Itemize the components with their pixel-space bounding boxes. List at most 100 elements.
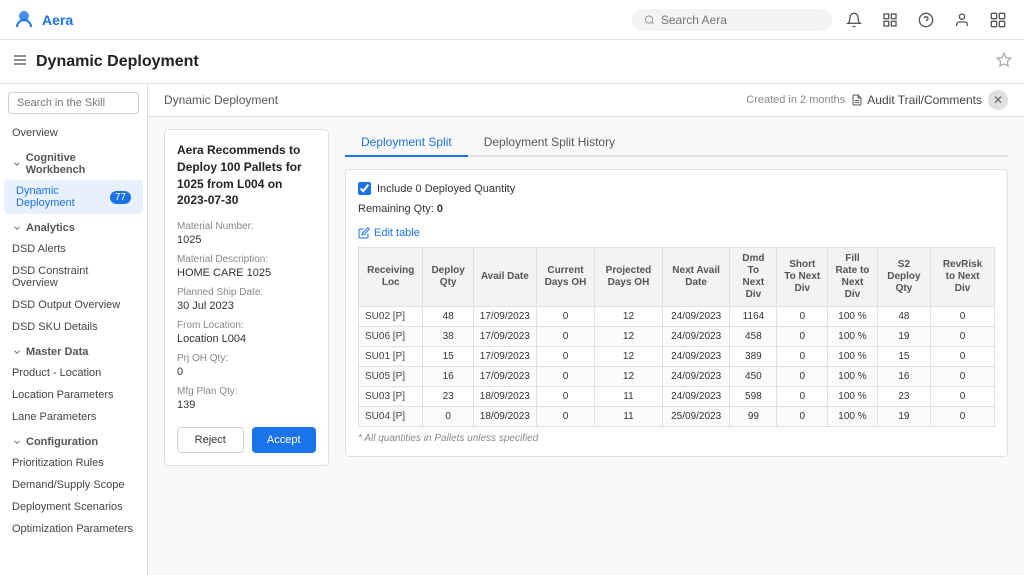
sidebar-item-dynamic-deployment-label: Dynamic Deployment	[16, 185, 106, 209]
cell-revrisk: 0	[931, 327, 995, 347]
sidebar-item-optimization[interactable]: Optimization Parameters	[0, 518, 147, 540]
sidebar-badge-77: 77	[110, 191, 131, 204]
main-content: Dynamic Deployment Created in 2 months A…	[148, 84, 1024, 575]
top-nav: Aera	[0, 0, 1024, 40]
accept-button[interactable]: Accept	[252, 427, 317, 453]
sidebar-section-cognitive-label: Cognitive Workbench	[26, 152, 135, 176]
include-checkbox-row: Include 0 Deployed Quantity	[358, 182, 995, 195]
search-icon	[644, 14, 655, 26]
cell-s2-deploy: 19	[877, 327, 930, 347]
info-value-prj-oh: 0	[177, 366, 316, 378]
logo-icon	[12, 8, 36, 32]
cell-s2-deploy: 15	[877, 347, 930, 367]
table-note: * All quantities in Pallets unless speci…	[358, 433, 995, 444]
sidebar-item-dsd-constraint[interactable]: DSD Constraint Overview	[0, 260, 147, 294]
col-fill-rate: Fill Rate to Next Div	[828, 248, 878, 307]
cell-s2-deploy: 23	[877, 387, 930, 407]
cell-projected-days: 12	[595, 327, 663, 347]
hamburger-icon[interactable]	[12, 52, 28, 71]
info-row-from-location: From Location: Location L004	[177, 320, 316, 345]
col-current-days: Current Days OH	[536, 248, 594, 307]
cell-dmd-next: 389	[730, 347, 777, 367]
tab-deployment-split-history[interactable]: Deployment Split History	[468, 129, 631, 157]
col-short-next: Short To Next Div	[777, 248, 828, 307]
page-header: Dynamic Deployment	[0, 40, 1024, 84]
cell-deploy-qty: 16	[423, 367, 473, 387]
table-row: SU04 [P] 0 18/09/2023 0 11 25/09/2023 99…	[359, 407, 995, 427]
reject-button[interactable]: Reject	[177, 427, 244, 453]
cell-deploy-qty: 23	[423, 387, 473, 407]
cell-revrisk: 0	[931, 347, 995, 367]
sidebar-section-analytics: Analytics	[0, 214, 147, 238]
cell-dmd-next: 450	[730, 367, 777, 387]
cell-projected-days: 11	[595, 387, 663, 407]
sidebar-item-location-params[interactable]: Location Parameters	[0, 384, 147, 406]
sidebar-search-input[interactable]	[8, 92, 139, 114]
global-search[interactable]	[632, 9, 832, 31]
sidebar: Overview Cognitive Workbench Dynamic Dep…	[0, 84, 148, 575]
cell-next-avail: 25/09/2023	[662, 407, 730, 427]
sidebar-item-deployment-scenarios[interactable]: Deployment Scenarios	[0, 496, 147, 518]
favorite-icon[interactable]	[996, 52, 1012, 71]
sidebar-item-dsd-sku[interactable]: DSD SKU Details	[0, 316, 147, 338]
cell-loc: SU01 [P]	[359, 347, 423, 367]
edit-table-button[interactable]: Edit table	[358, 227, 420, 239]
cell-loc: SU06 [P]	[359, 327, 423, 347]
remaining-value: 0	[437, 203, 443, 215]
chevron-down-icon-analytics	[12, 223, 22, 233]
sidebar-section-cognitive: Cognitive Workbench	[0, 144, 147, 180]
info-value-material-desc: HOME CARE 1025	[177, 267, 316, 279]
col-dmd-next: Dmd To Next Div	[730, 248, 777, 307]
cell-next-avail: 24/09/2023	[662, 367, 730, 387]
sidebar-item-dsd-alerts[interactable]: DSD Alerts	[0, 238, 147, 260]
sidebar-item-prioritization[interactable]: Prioritization Rules	[0, 452, 147, 474]
sidebar-item-overview-label: Overview	[12, 127, 58, 139]
audit-icon	[851, 94, 863, 106]
info-panel: Aera Recommends to Deploy 100 Pallets fo…	[164, 129, 329, 466]
apps-icon[interactable]	[984, 6, 1012, 34]
app-logo: Aera	[12, 8, 73, 32]
remaining-label: Remaining Qty:	[358, 203, 434, 215]
sidebar-item-dynamic-deployment[interactable]: Dynamic Deployment 77	[4, 180, 143, 214]
close-button[interactable]: ✕	[988, 90, 1008, 110]
deployment-section: Include 0 Deployed Quantity Remaining Qt…	[345, 169, 1008, 457]
include-checkbox[interactable]	[358, 182, 371, 195]
bell-icon[interactable]	[840, 6, 868, 34]
cell-dmd-next: 99	[730, 407, 777, 427]
cell-avail-date: 18/09/2023	[473, 387, 536, 407]
audit-bar: Created in 2 months Audit Trail/Comments…	[746, 90, 1008, 110]
table-row: SU01 [P] 15 17/09/2023 0 12 24/09/2023 3…	[359, 347, 995, 367]
cell-short-next: 0	[777, 307, 828, 327]
cell-fill-rate: 100 %	[828, 327, 878, 347]
main-layout: Overview Cognitive Workbench Dynamic Dep…	[0, 84, 1024, 575]
sidebar-item-dsd-output[interactable]: DSD Output Overview	[0, 294, 147, 316]
user-icon[interactable]	[948, 6, 976, 34]
cell-deploy-qty: 38	[423, 327, 473, 347]
sidebar-item-overview[interactable]: Overview	[0, 122, 147, 144]
sidebar-section-configuration: Configuration	[0, 428, 147, 452]
audit-trail-button[interactable]: Audit Trail/Comments	[851, 93, 982, 107]
cell-short-next: 0	[777, 347, 828, 367]
cell-current-days: 0	[536, 367, 594, 387]
cell-next-avail: 24/09/2023	[662, 387, 730, 407]
info-label-from-location: From Location:	[177, 320, 316, 331]
tab-deployment-split[interactable]: Deployment Split	[345, 129, 468, 157]
deployment-table: Receiving Loc Deploy Qty Avail Date Curr…	[358, 247, 995, 427]
sidebar-item-demand-supply[interactable]: Demand/Supply Scope	[0, 474, 147, 496]
cell-dmd-next: 598	[730, 387, 777, 407]
col-deploy-qty: Deploy Qty	[423, 248, 473, 307]
cell-avail-date: 17/09/2023	[473, 307, 536, 327]
help-icon[interactable]	[912, 6, 940, 34]
grid-icon[interactable]	[876, 6, 904, 34]
content-panel: Aera Recommends to Deploy 100 Pallets fo…	[148, 117, 1024, 478]
cell-revrisk: 0	[931, 367, 995, 387]
global-search-input[interactable]	[661, 13, 820, 27]
cell-fill-rate: 100 %	[828, 407, 878, 427]
chevron-down-icon-master	[12, 347, 22, 357]
info-value-material-number: 1025	[177, 234, 316, 246]
sidebar-item-product-location[interactable]: Product - Location	[0, 362, 147, 384]
cell-loc: SU03 [P]	[359, 387, 423, 407]
col-avail-date: Avail Date	[473, 248, 536, 307]
table-row: SU02 [P] 48 17/09/2023 0 12 24/09/2023 1…	[359, 307, 995, 327]
sidebar-item-lane-params[interactable]: Lane Parameters	[0, 406, 147, 428]
